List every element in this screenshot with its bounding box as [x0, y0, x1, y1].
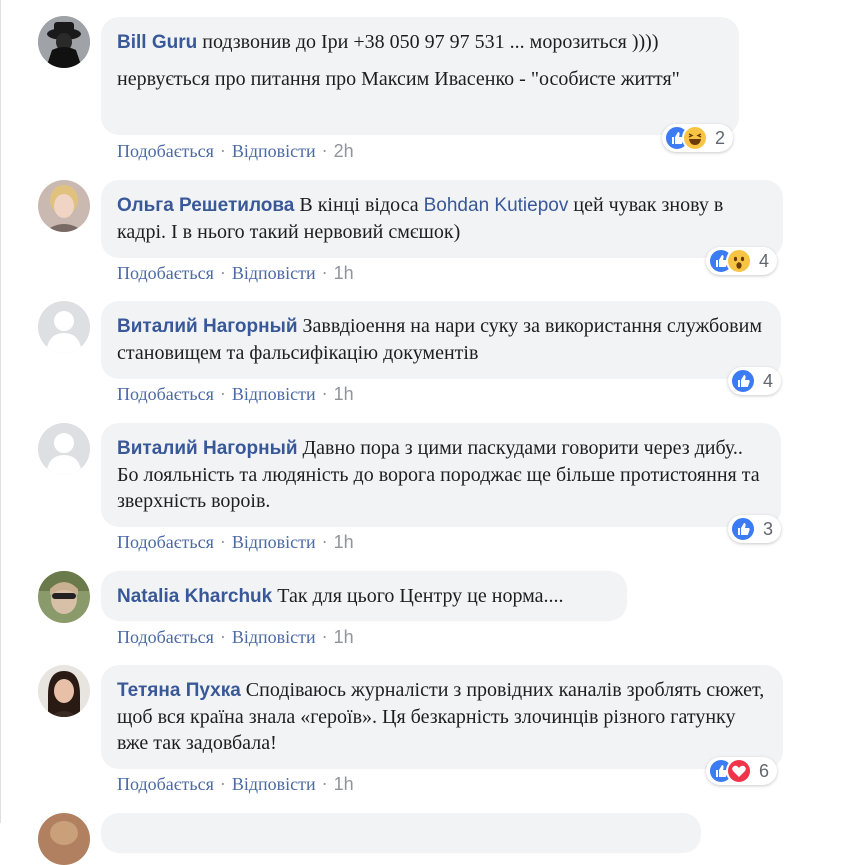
author-name[interactable]: Natalia Kharchuk	[117, 586, 272, 607]
like-link[interactable]: Подобається	[117, 627, 214, 647]
reaction-count: 3	[763, 518, 774, 539]
comment-actions: Подобається · Відповісти · 1h	[117, 532, 354, 553]
like-link[interactable]: Подобається	[117, 774, 214, 794]
comment-bubble: Тетяна Пухка Сподіваюсь журналісти з про…	[101, 665, 783, 769]
reply-link[interactable]: Відповісти	[232, 774, 316, 794]
timestamp[interactable]: 1h	[334, 532, 354, 552]
reaction-summary[interactable]: 4	[728, 367, 782, 395]
like-link[interactable]: Подобається	[117, 263, 214, 283]
mention-link[interactable]: Bohdan Kutiepov	[424, 195, 569, 216]
reaction-count: 6	[759, 760, 770, 781]
reply-link[interactable]: Відповісти	[232, 141, 316, 161]
comment-text: Так для цього Центру це норма....	[277, 585, 564, 607]
avatar[interactable]	[38, 423, 90, 475]
separator: ·	[219, 627, 226, 647]
comment-actions: Подобається · Відповісти · 1h	[117, 627, 354, 648]
comment-text: В кінці відоса	[299, 194, 419, 216]
author-name[interactable]: Тетяна Пухка	[117, 680, 241, 701]
like-link[interactable]: Подобається	[117, 141, 214, 161]
reply-link[interactable]: Відповісти	[232, 627, 316, 647]
author-name[interactable]: Виталий Нагорный	[117, 438, 298, 459]
author-name[interactable]: Bill Guru	[117, 32, 197, 53]
author-name[interactable]: Ольга Решетилова	[117, 195, 294, 216]
timestamp[interactable]: 1h	[334, 627, 354, 647]
comment-bubble: Natalia Kharchuk Так для цього Центру це…	[101, 571, 627, 621]
separator: ·	[219, 141, 226, 161]
separator: ·	[321, 774, 328, 794]
haha-icon	[682, 125, 708, 151]
separator: ·	[321, 627, 328, 647]
reaction-count: 2	[715, 127, 726, 148]
comment-actions: Подобається · Відповісти · 1h	[117, 774, 354, 795]
timestamp[interactable]: 1h	[334, 263, 354, 283]
reaction-summary[interactable]: 2	[662, 124, 734, 152]
reaction-summary[interactable]: 6	[706, 757, 778, 785]
avatar[interactable]	[38, 665, 90, 717]
reaction-summary[interactable]: 3	[728, 515, 782, 543]
timestamp[interactable]: 1h	[334, 774, 354, 794]
love-icon	[726, 758, 752, 784]
comment-bubble: Виталий Нагорный Заввдіоення на нари сук…	[101, 301, 781, 379]
comment-bubble: Bill Guru подзвонив до Іри +38 050 97 97…	[101, 17, 739, 135]
separator: ·	[321, 141, 328, 161]
separator: ·	[321, 384, 328, 404]
separator: ·	[219, 263, 226, 283]
separator: ·	[219, 774, 226, 794]
separator: ·	[219, 532, 226, 552]
separator: ·	[219, 384, 226, 404]
reaction-count: 4	[759, 250, 770, 271]
avatar[interactable]	[38, 301, 90, 353]
comment-bubble	[101, 813, 701, 853]
comment-actions: Подобається · Відповісти · 2h	[117, 141, 354, 162]
reaction-count: 4	[763, 370, 774, 391]
like-icon	[730, 516, 756, 542]
avatar[interactable]	[38, 571, 90, 623]
reply-link[interactable]: Відповісти	[232, 263, 316, 283]
like-link[interactable]: Подобається	[117, 384, 214, 404]
comment-text-2: нервується про питання про Максим Ивасен…	[117, 68, 680, 90]
reply-link[interactable]: Відповісти	[232, 532, 316, 552]
like-icon	[730, 368, 756, 394]
left-border	[0, 0, 1, 823]
reaction-summary[interactable]: 4	[706, 247, 778, 275]
comment-bubble: Виталий Нагорный Давно пора з цими паску…	[101, 423, 781, 527]
separator: ·	[321, 263, 328, 283]
avatar[interactable]	[38, 180, 90, 232]
wow-icon	[726, 248, 752, 274]
reply-link[interactable]: Відповісти	[232, 384, 316, 404]
comment-text: подзвонив до Іри +38 050 97 97 531 ... м…	[202, 31, 659, 53]
comment-actions: Подобається · Відповісти · 1h	[117, 384, 354, 405]
timestamp[interactable]: 1h	[334, 384, 354, 404]
comment-actions: Подобається · Відповісти · 1h	[117, 263, 354, 284]
author-name[interactable]: Виталий Нагорный	[117, 316, 298, 337]
avatar[interactable]	[38, 813, 90, 865]
like-link[interactable]: Подобається	[117, 532, 214, 552]
separator: ·	[321, 532, 328, 552]
timestamp[interactable]: 2h	[334, 141, 354, 161]
comment-bubble: Ольга Решетилова В кінці відоса Bohdan K…	[101, 180, 783, 258]
avatar[interactable]	[38, 16, 90, 68]
